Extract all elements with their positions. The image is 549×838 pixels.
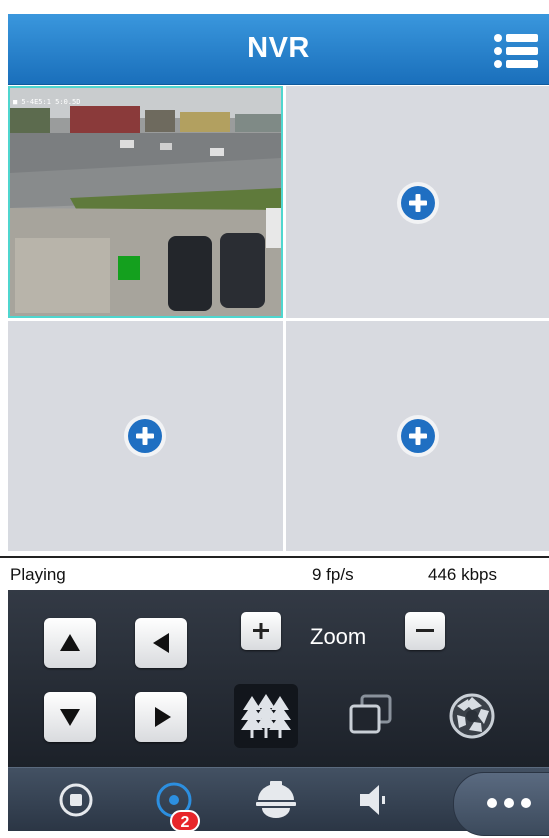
defog-button[interactable] xyxy=(234,684,298,748)
audio-tab[interactable] xyxy=(344,776,400,826)
video-window-2[interactable] xyxy=(286,86,549,318)
menu-button[interactable] xyxy=(492,30,540,72)
top-frame xyxy=(0,0,549,14)
multi-window-icon xyxy=(349,694,392,734)
ptz-left-button[interactable] xyxy=(135,618,187,668)
record-stop-icon xyxy=(59,783,93,817)
dome-camera-tab[interactable] xyxy=(248,776,304,826)
zoom-in-button[interactable] xyxy=(241,612,281,650)
plus-circle-icon[interactable] xyxy=(396,181,440,225)
stop-record-tab[interactable] xyxy=(48,776,104,826)
right-arrow-icon xyxy=(155,707,171,727)
defog-trees-icon xyxy=(241,694,291,738)
video-window-4[interactable] xyxy=(286,321,549,551)
app-header: NVR xyxy=(8,14,549,85)
left-arrow-icon xyxy=(153,633,169,653)
aperture-icon xyxy=(449,693,495,739)
video-window-1[interactable]: ■ 5-4E5:1 5:0.5D xyxy=(8,86,283,318)
list-menu-icon xyxy=(494,34,538,68)
frame-rate: 9 fp/s xyxy=(312,565,354,584)
ptz-control-panel: Zoom xyxy=(8,590,549,767)
capture-tab[interactable]: 2 xyxy=(146,776,202,832)
iris-button[interactable] xyxy=(440,684,504,748)
video-window-3[interactable] xyxy=(8,321,283,551)
ptz-up-button[interactable] xyxy=(44,618,96,668)
down-arrow-icon xyxy=(60,709,80,726)
minus-icon xyxy=(416,629,434,632)
page-title: NVR xyxy=(247,32,310,64)
more-icon xyxy=(487,798,531,808)
multi-window-button[interactable] xyxy=(338,684,402,748)
playback-state: Playing xyxy=(10,565,66,584)
ptz-down-button[interactable] xyxy=(44,692,96,742)
zoom-out-button[interactable] xyxy=(405,612,445,650)
camera-osd-timestamp: ■ 5-4E5:1 5:0.5D xyxy=(13,98,81,106)
dome-camera-icon xyxy=(256,781,296,818)
stream-status-bar: Playing 9 fp/s 446 kbps xyxy=(0,556,549,590)
bitrate: 446 kbps xyxy=(428,565,497,584)
plus-icon xyxy=(253,623,269,639)
zoom-label: Zoom xyxy=(310,624,367,649)
more-tab[interactable] xyxy=(453,772,549,836)
bottom-tab-bar: 2 xyxy=(8,767,549,836)
speaker-icon xyxy=(360,785,385,815)
live-camera-feed xyxy=(10,88,281,316)
capture-count-badge: 2 xyxy=(170,810,200,832)
video-grid: ■ 5-4E5:1 5:0.5D xyxy=(8,86,549,551)
ptz-right-button[interactable] xyxy=(135,692,187,742)
plus-circle-icon[interactable] xyxy=(123,414,167,458)
up-arrow-icon xyxy=(60,634,80,651)
plus-circle-icon[interactable] xyxy=(396,414,440,458)
